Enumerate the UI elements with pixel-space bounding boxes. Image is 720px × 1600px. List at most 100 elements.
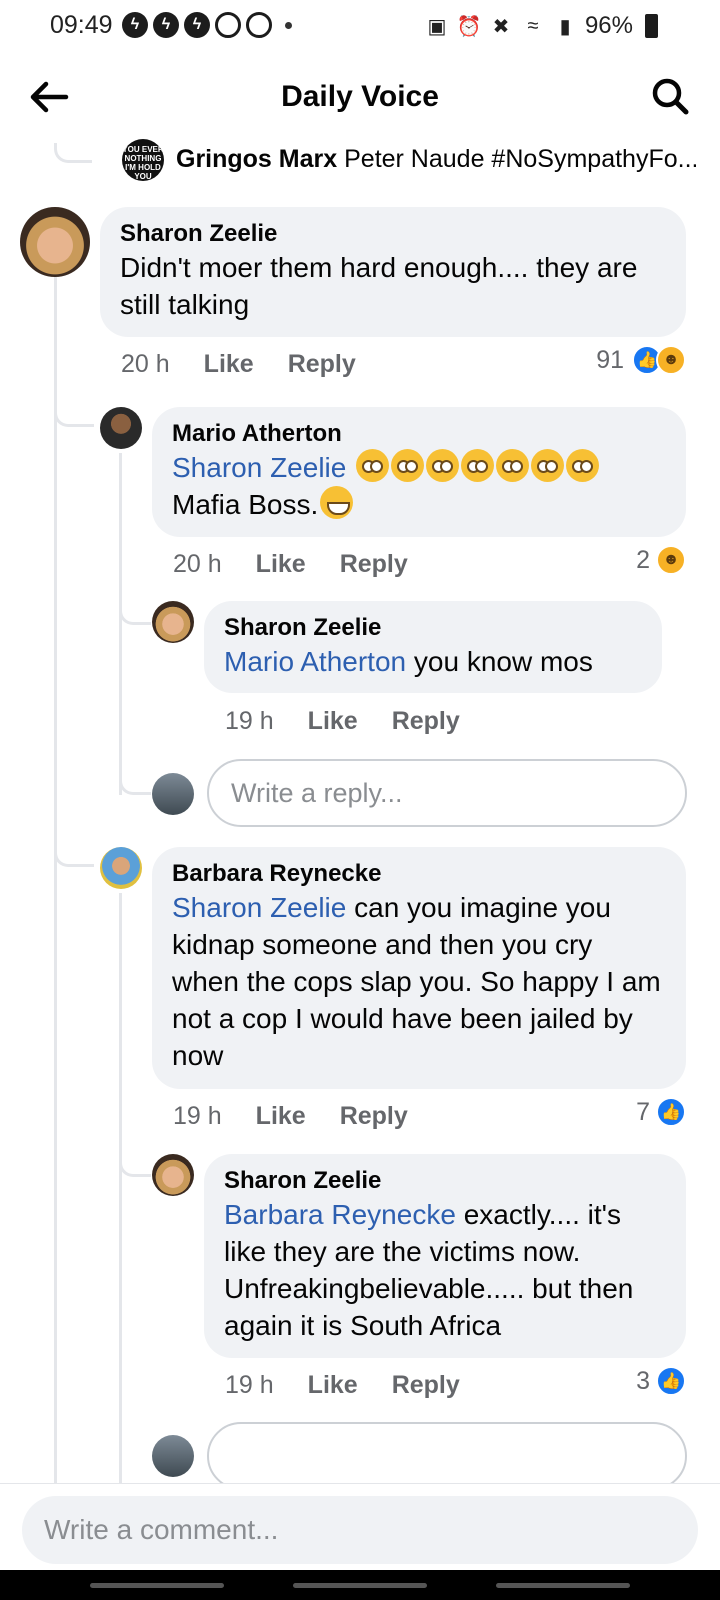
comment-author[interactable]: Barbara Reynecke: [172, 859, 666, 889]
like-reaction-icon: 👍: [656, 1097, 686, 1127]
sync-icon: [215, 12, 241, 38]
comment-author[interactable]: Mario Atherton: [172, 419, 666, 449]
alarm-icon: ⏰: [456, 15, 482, 38]
like-button[interactable]: Like: [308, 707, 358, 736]
reply-input[interactable]: Write a reply...: [207, 759, 687, 827]
like-button[interactable]: Like: [256, 550, 306, 579]
sync-icon: [246, 12, 272, 38]
status-bar: 09:49 ϟ ϟ ϟ ▣ ⏰ ✖ ≈ ▮ 96%: [0, 0, 720, 56]
battery-percent: 96%: [584, 12, 633, 39]
comment-input[interactable]: Write a comment...: [22, 1496, 698, 1564]
thread-connector: [119, 755, 151, 795]
nav-back[interactable]: [496, 1583, 630, 1588]
mute-icon: ✖: [492, 15, 510, 38]
comment-bubble: Mario Atherton Sharon Zeelie Mafia Boss.: [152, 407, 686, 537]
lock-icon: ▣: [427, 15, 447, 38]
comment-composer-bar: Write a comment...: [0, 1483, 720, 1570]
avatar[interactable]: [20, 207, 90, 277]
reaction-count: 3: [636, 1366, 650, 1395]
avatar: [152, 773, 194, 815]
comment-time[interactable]: 20 h: [173, 550, 222, 579]
comment-author[interactable]: Sharon Zeelie: [224, 1166, 666, 1196]
comment-actions: 20 h Like Reply: [121, 350, 356, 379]
mention-link[interactable]: Mario Atherton: [224, 646, 406, 677]
system-icons: ▣ ⏰ ✖ ≈ ▮ 96%: [425, 12, 658, 40]
comment-actions: 20 h Like Reply: [173, 550, 408, 579]
messenger-icon: ϟ: [122, 12, 148, 38]
reaction-summary[interactable]: 2 ☻: [636, 545, 686, 575]
page-title: Daily Voice: [281, 80, 439, 113]
comment-bubble: Sharon Zeelie Didn't moer them hard enou…: [100, 207, 686, 337]
comment-time[interactable]: 19 h: [225, 1371, 274, 1400]
flushed-emoji-icon: [496, 449, 530, 482]
reply-button[interactable]: Reply: [392, 1371, 460, 1400]
comment-actions: 19 h Like Reply: [173, 1102, 408, 1131]
nav-home[interactable]: [293, 1583, 427, 1588]
flushed-emoji-icon: [391, 449, 425, 482]
reply-input[interactable]: [207, 1422, 687, 1490]
reaction-count: 2: [636, 545, 650, 574]
reply-author: Gringos Marx: [176, 145, 338, 173]
thread-line: [54, 277, 57, 1485]
collapsed-reply[interactable]: Gringos Marx Peter Naude #NoSympathyFo..…: [176, 145, 696, 174]
grin-emoji-icon: [320, 486, 354, 519]
thread-connector: [54, 143, 92, 163]
battery-icon: [645, 14, 658, 38]
comment-time[interactable]: 19 h: [173, 1102, 222, 1131]
messenger-icon: ϟ: [184, 12, 210, 38]
comment-actions: 19 h Like Reply: [225, 707, 460, 736]
mention-link[interactable]: Barbara Reynecke: [224, 1199, 456, 1230]
comment-text: you know mos: [413, 646, 593, 677]
reply-button[interactable]: Reply: [288, 350, 356, 379]
reaction-count: 91: [596, 345, 624, 374]
comment-time[interactable]: 20 h: [121, 350, 170, 379]
flushed-emoji-icon: [531, 449, 565, 482]
emoji-flushed-row: [354, 449, 600, 483]
flushed-emoji-icon: [356, 449, 390, 482]
reply-placeholder: Write a reply...: [231, 777, 403, 808]
like-button[interactable]: Like: [256, 1102, 306, 1131]
avatar-text: YOU EVER NOTHING I'M HOLD YOU: [122, 145, 164, 181]
avatar[interactable]: [100, 847, 142, 889]
flushed-emoji-icon: [426, 449, 460, 482]
comment-time[interactable]: 19 h: [225, 707, 274, 736]
comment-actions: 19 h Like Reply: [225, 1371, 460, 1400]
mention-link[interactable]: Sharon Zeelie: [172, 892, 346, 923]
messenger-icon: ϟ: [153, 12, 179, 38]
avatar[interactable]: [152, 1154, 194, 1196]
thread-connector: [119, 1147, 151, 1177]
search-icon[interactable]: [650, 76, 690, 116]
reply-button[interactable]: Reply: [392, 707, 460, 736]
comment-author[interactable]: Sharon Zeelie: [224, 613, 642, 643]
mention-link[interactable]: Sharon Zeelie: [172, 452, 346, 483]
reaction-summary[interactable]: 7 👍: [636, 1097, 686, 1127]
thread-line: [119, 453, 122, 795]
reply-button[interactable]: Reply: [340, 1102, 408, 1131]
comment-placeholder: Write a comment...: [44, 1514, 279, 1545]
avatar[interactable]: YOU EVER NOTHING I'M HOLD YOU: [122, 139, 164, 181]
like-button[interactable]: Like: [204, 350, 254, 379]
reaction-summary[interactable]: 91 👍 ☻: [596, 345, 686, 375]
status-time: 09:49: [50, 11, 113, 39]
reply-button[interactable]: Reply: [340, 550, 408, 579]
thread-connector: [119, 595, 151, 625]
thread-line: [119, 893, 122, 1485]
comment-author[interactable]: Sharon Zeelie: [120, 219, 666, 249]
signal-icon: ▮: [559, 15, 571, 38]
avatar[interactable]: [152, 601, 194, 643]
nav-recents[interactable]: [90, 1583, 224, 1588]
comment-bubble: Sharon Zeelie Barbara Reynecke exactly..…: [204, 1154, 686, 1358]
avatar[interactable]: [100, 407, 142, 449]
app-header: Daily Voice: [0, 62, 720, 132]
like-button[interactable]: Like: [308, 1371, 358, 1400]
wifi-icon: ≈: [527, 14, 539, 37]
reply-preview: Peter Naude #NoSympathyFo...: [344, 145, 696, 173]
system-nav-bar: [0, 1570, 720, 1600]
comment-bubble: Barbara Reynecke Sharon Zeelie can you i…: [152, 847, 686, 1089]
like-reaction-icon: 👍: [656, 1366, 686, 1396]
comment-text: Mafia Boss.: [172, 489, 319, 520]
haha-reaction-icon: ☻: [656, 345, 686, 375]
comment-bubble: Sharon Zeelie Mario Atherton you know mo…: [204, 601, 662, 693]
flushed-emoji-icon: [566, 449, 600, 482]
reaction-summary[interactable]: 3 👍: [636, 1366, 686, 1396]
